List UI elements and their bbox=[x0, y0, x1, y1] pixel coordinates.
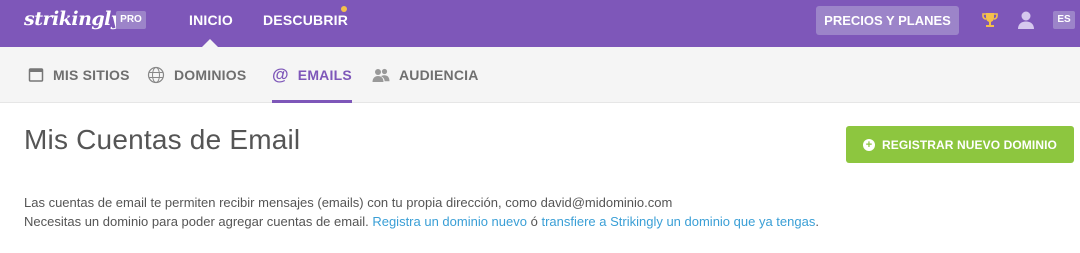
at-icon: @ bbox=[272, 65, 289, 84]
register-domain-link[interactable]: Registra un dominio nuevo bbox=[372, 214, 527, 229]
connector-text: ó bbox=[526, 214, 542, 229]
user-account-icon[interactable] bbox=[1016, 10, 1036, 30]
pricing-button[interactable]: PRECIOS Y PLANES bbox=[816, 6, 959, 35]
tab-label: EMAILS bbox=[297, 67, 352, 83]
trophy-icon[interactable] bbox=[981, 11, 999, 29]
active-nav-caret bbox=[202, 39, 218, 47]
nav-inicio[interactable]: INICIO bbox=[189, 12, 233, 28]
window-icon bbox=[28, 68, 44, 82]
transfer-domain-link[interactable]: transfiere a Strikingly un dominio que y… bbox=[541, 214, 815, 229]
tab-label: MIS SITIOS bbox=[53, 67, 130, 83]
tab-audiencia[interactable]: AUDIENCIA bbox=[372, 47, 479, 103]
secondary-navigation: MIS SITIOS DOMINIOS @ EMAILS AUDIENCIA bbox=[0, 47, 1080, 103]
language-selector[interactable]: ES bbox=[1053, 11, 1075, 29]
users-icon bbox=[372, 68, 390, 82]
notification-dot bbox=[341, 6, 347, 12]
pro-badge: PRO bbox=[116, 11, 146, 29]
description-suffix: . bbox=[815, 214, 819, 229]
description-line-2: Necesitas un dominio para poder agregar … bbox=[24, 214, 819, 229]
tab-label: DOMINIOS bbox=[174, 67, 247, 83]
tab-label: AUDIENCIA bbox=[399, 67, 479, 83]
strikingly-logo[interactable]: strikingly bbox=[24, 8, 122, 30]
tab-emails[interactable]: @ EMAILS bbox=[272, 47, 352, 103]
active-tab-underline bbox=[272, 100, 352, 103]
register-new-domain-button[interactable]: + REGISTRAR NUEVO DOMINIO bbox=[846, 126, 1074, 163]
tab-dominios[interactable]: DOMINIOS bbox=[147, 47, 246, 103]
description-prefix: Necesitas un dominio para poder agregar … bbox=[24, 214, 373, 229]
plus-circle-icon: + bbox=[863, 138, 875, 151]
description-line-1: Las cuentas de email te permiten recibir… bbox=[24, 195, 673, 210]
www-globe-icon bbox=[147, 66, 165, 84]
nav-descubrir[interactable]: DESCUBRIR bbox=[263, 12, 348, 28]
top-navigation-bar: strikingly PRO INICIO DESCUBRIR PRECIOS … bbox=[0, 0, 1080, 47]
register-button-label: REGISTRAR NUEVO DOMINIO bbox=[882, 137, 1057, 152]
tab-mis-sitios[interactable]: MIS SITIOS bbox=[28, 47, 130, 103]
page-title: Mis Cuentas de Email bbox=[24, 124, 301, 155]
